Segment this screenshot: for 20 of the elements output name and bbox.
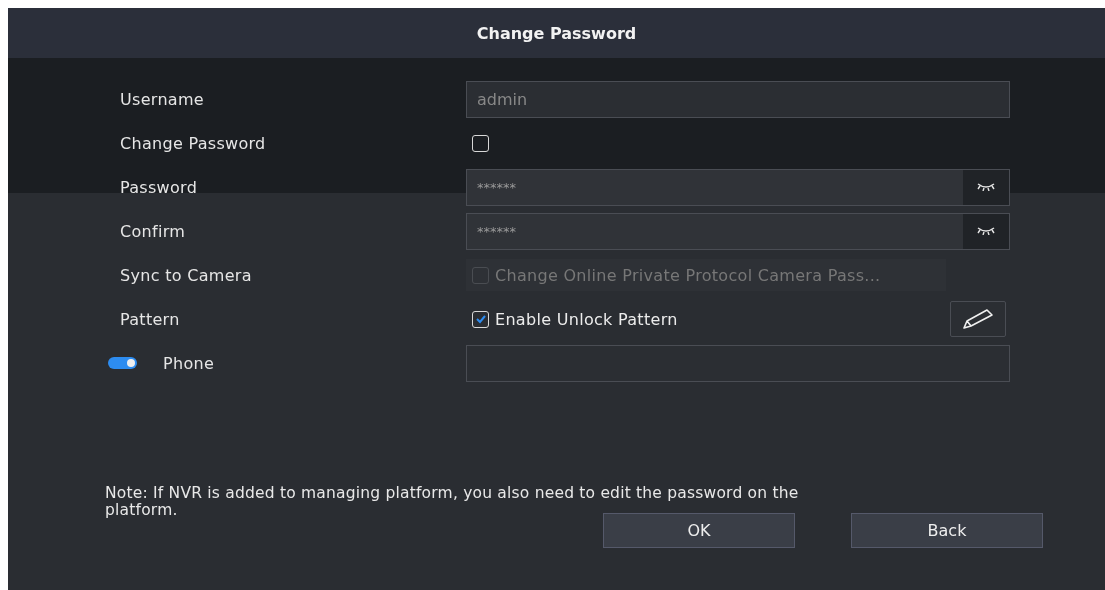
- checkbox-label: Change Online Private Protocol Camera Pass...: [495, 265, 881, 285]
- toggle-switch[interactable]: [108, 357, 137, 369]
- text-field[interactable]: [466, 344, 1010, 382]
- field-label: Username: [120, 89, 204, 109]
- checkbox-label: Enable Unlock Pattern: [495, 309, 678, 329]
- closed-eye-icon[interactable]: [977, 227, 995, 235]
- password-field[interactable]: ******: [466, 212, 1010, 250]
- dialog-button[interactable]: OK: [603, 513, 795, 548]
- field-label: Pattern: [120, 309, 180, 329]
- edit-button[interactable]: [950, 301, 1006, 337]
- dialog-title: Change Password: [476, 23, 637, 43]
- field-label: Password: [120, 177, 198, 197]
- field-label: Change Password: [120, 133, 266, 153]
- dialog-button[interactable]: Back: [851, 513, 1043, 548]
- password-field[interactable]: ******: [466, 168, 1010, 206]
- field-label: Confirm: [120, 221, 186, 241]
- pencil-icon: [960, 308, 996, 330]
- field-label: Sync to Camera: [120, 265, 252, 285]
- field-label: Phone: [163, 353, 215, 373]
- closed-eye-icon[interactable]: [977, 183, 995, 191]
